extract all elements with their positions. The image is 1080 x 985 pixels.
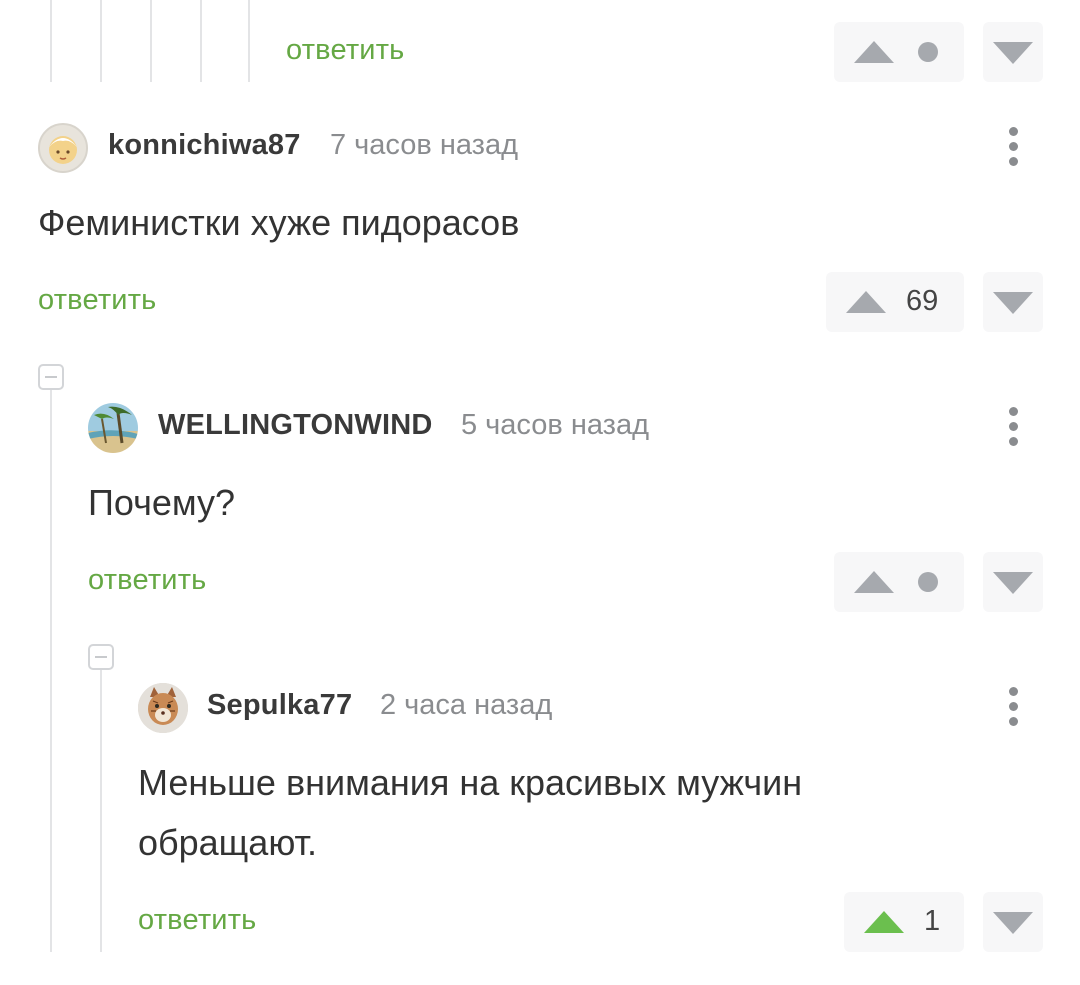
triangle-up-icon [854,41,894,63]
comment-text-line: Меньше внимания на красивых мужчин [138,762,803,803]
rating-hidden-dot [918,572,938,592]
triangle-down-icon [993,292,1033,314]
username[interactable]: WELLINGTONWIND [158,409,433,442]
reply-button[interactable]: ответить [88,564,207,597]
avatar-image [138,683,188,733]
kebab-menu-icon[interactable] [1009,687,1019,727]
reply-button[interactable]: ответить [286,34,405,67]
thread-line [200,0,202,82]
triangle-up-icon [846,291,886,313]
thread-line [150,0,152,82]
triangle-up-icon [864,911,904,933]
triangle-down-icon [993,572,1033,594]
downvote-button[interactable] [983,892,1043,952]
reply-button[interactable]: ответить [38,284,157,317]
triangle-down-icon [993,912,1033,934]
thread-line [100,0,102,82]
upvote-button[interactable] [834,22,964,82]
thread-line [50,390,52,952]
thread-line [100,670,102,952]
avatar-image [49,136,77,164]
rating-hidden-dot [918,42,938,62]
triangle-down-icon [993,42,1033,64]
timestamp: 5 часов назад [461,409,650,441]
kebab-menu-icon[interactable] [1009,407,1019,447]
triangle-up-icon [854,571,894,593]
collapse-button[interactable] [88,644,114,670]
timestamp: 7 часов назад [330,129,519,161]
avatar-image [88,403,138,453]
thread-line [50,0,52,82]
comment-text: Почему? [88,482,236,523]
downvote-button[interactable] [983,22,1043,82]
timestamp: 2 часа назад [380,689,553,721]
username[interactable]: konnichiwa87 [108,129,301,162]
thread-line [248,0,250,82]
avatar[interactable] [38,123,88,173]
comment-text-line: обращают. [138,822,318,863]
collapse-button[interactable] [38,364,64,390]
rating-count: 1 [924,905,941,937]
kebab-menu-icon[interactable] [1009,127,1019,167]
upvote-button[interactable]: 69 [826,272,964,332]
reply-button[interactable]: ответить [138,904,257,937]
avatar[interactable] [88,403,138,453]
downvote-button[interactable] [983,552,1043,612]
avatar[interactable] [138,683,188,733]
rating-count: 69 [906,285,939,317]
username[interactable]: Sepulka77 [207,689,352,722]
upvote-button[interactable]: 1 [844,892,964,952]
comment-text: Феминистки хуже пидорасов [38,202,520,243]
downvote-button[interactable] [983,272,1043,332]
upvote-button[interactable] [834,552,964,612]
